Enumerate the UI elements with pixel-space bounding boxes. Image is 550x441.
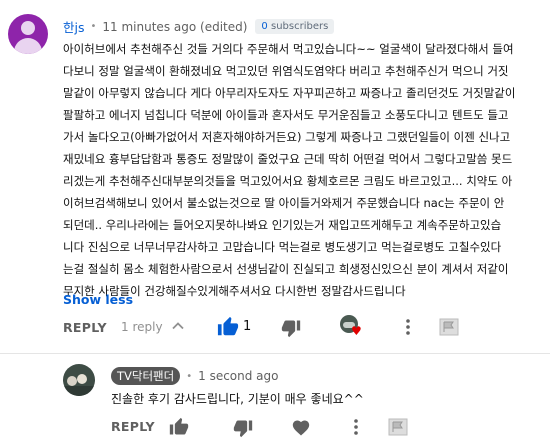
reply-actions: REPLY (111, 416, 431, 438)
thumbs-down-icon[interactable] (233, 418, 253, 438)
heart-icon: ♥ (351, 324, 362, 338)
avatar-figure-shape (77, 374, 87, 384)
creator-heart-icon: ♥ (340, 315, 364, 339)
reply-text: 진솔한 후기 감사드립니다, 기분이 매우 좋네요^^ (111, 392, 364, 406)
thumbs-up-icon[interactable] (169, 417, 189, 437)
subscriber-badge: 0 subscribers (255, 19, 335, 34)
comment-header: 한js • 11 minutes ago (edited) 0 subscrib… (63, 17, 335, 36)
flag-icon[interactable] (439, 318, 459, 336)
like-count: 1 (243, 319, 252, 334)
reply-avatar[interactable] (63, 364, 95, 396)
reply-button[interactable]: REPLY (63, 320, 107, 335)
show-less-link[interactable]: Show less (63, 292, 133, 307)
comment-actions: REPLY 1 reply 1 ♥ (63, 315, 543, 339)
reply-button[interactable]: REPLY (111, 419, 155, 434)
avatar-body-shape (14, 38, 42, 54)
reply-author-badge[interactable]: TV닥터팬더 (111, 367, 181, 385)
comment-text: 아이허브에서 추천해주신 것들 거의다 주문해서 먹고있습니다~~ 얼굴색이 달… (63, 42, 516, 298)
more-vert-icon[interactable] (348, 417, 364, 437)
reply-count[interactable]: 1 reply (121, 320, 163, 334)
separator-dot: • (186, 370, 193, 382)
commenter-avatar[interactable] (8, 14, 48, 54)
avatar-figure-shape (67, 376, 77, 386)
chevron-up-icon[interactable] (171, 319, 185, 333)
reply-header: TV닥터팬더 • 1 second ago (111, 367, 279, 385)
more-vert-icon[interactable] (400, 317, 416, 337)
subscriber-count: 0 (261, 21, 268, 32)
reply-time[interactable]: 1 second ago (198, 369, 278, 383)
flag-icon[interactable] (388, 418, 408, 436)
avatar-head-shape (21, 21, 35, 35)
heart-icon[interactable] (291, 418, 311, 436)
thumbs-down-icon[interactable] (281, 318, 301, 338)
comment-time[interactable]: 11 minutes ago (edited) (102, 20, 247, 34)
comment-author[interactable]: 한js (63, 17, 85, 36)
subscriber-label: subscribers (270, 21, 329, 32)
reply-comment: TV닥터팬더 • 1 second ago 진솔한 후기 감사드립니다, 기분이… (0, 354, 550, 441)
separator-dot: • (90, 21, 97, 32)
thumbs-up-filled-icon[interactable] (217, 316, 239, 338)
avatar-banner-shape (63, 386, 95, 396)
